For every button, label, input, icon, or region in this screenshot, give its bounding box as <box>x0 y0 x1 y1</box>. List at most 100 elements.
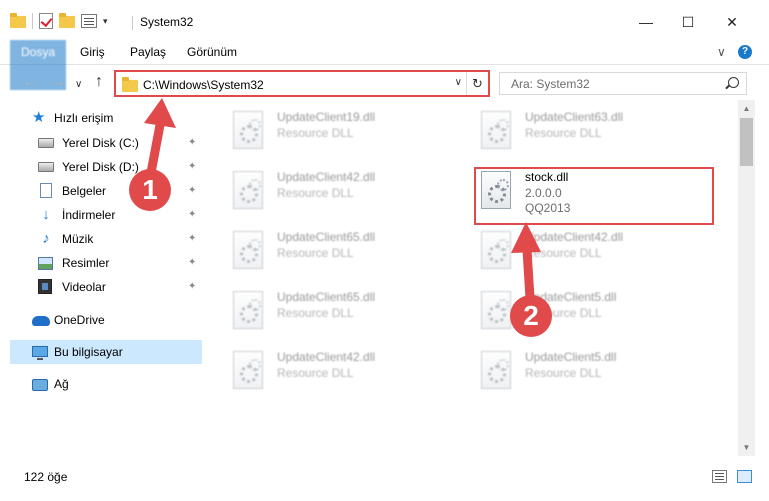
address-row: ← → ∨ ↑ C:\Windows\System32 ∨ ↻ Ara: Sys… <box>0 66 769 100</box>
search-placeholder: Ara: System32 <box>511 77 590 91</box>
properties-check-icon[interactable] <box>39 13 53 29</box>
sidebar-item-music[interactable]: ♪ Müzik ✦ <box>0 227 210 251</box>
file-item[interactable]: UpdateClient42.dll Resource DLL <box>225 166 465 216</box>
item-count: 122 öğe <box>24 470 68 484</box>
pin-icon[interactable]: ✦ <box>188 155 196 179</box>
tab-view[interactable]: Görünüm <box>175 40 249 65</box>
dll-file-icon <box>233 231 263 269</box>
refresh-button[interactable]: ↻ <box>466 72 488 95</box>
dll-file-icon <box>481 291 511 329</box>
divider <box>32 13 33 29</box>
ribbon-collapse-chevron-icon[interactable]: ∨ <box>717 45 726 59</box>
sidebar-item-onedrive[interactable]: OneDrive <box>0 308 210 332</box>
pin-icon[interactable]: ✦ <box>188 179 196 203</box>
file-description: Resource DLL <box>525 246 602 260</box>
sidebar-item-downloads[interactable]: ↓ İndirmeler ✦ <box>0 203 210 227</box>
divider <box>132 16 133 30</box>
star-icon: ★ <box>32 109 46 126</box>
folder-icon <box>122 77 138 92</box>
sidebar-item-documents[interactable]: Belgeler ✦ <box>0 179 210 203</box>
file-description: Resource DLL <box>277 186 354 200</box>
file-name: UpdateClient65.dll <box>277 230 376 244</box>
sidebar-item-local-disk-c[interactable]: Yerel Disk (C:) ✦ <box>0 131 210 155</box>
up-button[interactable]: ↑ <box>95 74 103 90</box>
step-1-label: 1 <box>142 174 158 205</box>
dll-file-icon <box>481 231 511 269</box>
minimize-button[interactable]: — <box>636 12 656 32</box>
file-description: Resource DLL <box>277 306 354 320</box>
file-name: UpdateClient5.dll <box>525 350 617 364</box>
back-button[interactable]: ← <box>22 74 38 90</box>
search-input[interactable]: Ara: System32 <box>499 72 747 95</box>
sidebar-item-this-pc[interactable]: Bu bilgisayar <box>10 340 202 364</box>
address-path[interactable]: C:\Windows\System32 <box>143 78 264 92</box>
search-icon[interactable] <box>728 77 739 88</box>
cloud-icon <box>32 312 50 328</box>
pin-icon[interactable]: ✦ <box>188 131 196 155</box>
music-icon: ♪ <box>42 230 50 247</box>
scroll-down-icon[interactable]: ▼ <box>738 439 755 456</box>
file-item[interactable]: UpdateClient63.dll Resource DLL <box>473 106 713 156</box>
file-name: UpdateClient42.dll <box>277 350 376 364</box>
close-button[interactable]: ✕ <box>722 12 742 32</box>
pin-icon[interactable]: ✦ <box>188 275 196 299</box>
scroll-thumb[interactable] <box>740 118 753 166</box>
dll-file-icon <box>233 351 263 389</box>
sidebar-item-label: Müzik <box>62 232 94 246</box>
sidebar-item-pictures[interactable]: Resimler ✦ <box>0 251 210 275</box>
pin-icon[interactable]: ✦ <box>188 251 196 275</box>
customize-toolbar-chevron-icon[interactable]: ▾ <box>103 16 108 27</box>
file-description: Resource DLL <box>525 126 602 140</box>
recent-locations-chevron-icon[interactable]: ∨ <box>75 77 82 93</box>
address-bar[interactable]: C:\Windows\System32 ∨ ↻ <box>114 70 490 97</box>
file-name: UpdateClient42.dll <box>525 230 624 244</box>
disk-icon <box>38 159 54 175</box>
help-icon[interactable]: ? <box>738 45 752 59</box>
sidebar-item-videos[interactable]: Videolar ✦ <box>0 275 210 299</box>
window-title: System32 <box>140 15 194 29</box>
network-icon <box>32 376 48 392</box>
maximize-button[interactable]: ☐ <box>678 12 698 32</box>
details-view-icon[interactable] <box>712 470 727 483</box>
file-item[interactable]: UpdateClient5.dll Resource DLL <box>473 286 713 336</box>
tab-share[interactable]: Paylaş <box>118 40 178 65</box>
file-name: UpdateClient42.dll <box>277 170 376 184</box>
file-name: UpdateClient65.dll <box>277 290 376 304</box>
new-folder-icon[interactable] <box>59 13 75 29</box>
file-item[interactable]: UpdateClient42.dll Resource DLL <box>225 346 465 396</box>
file-description: Resource DLL <box>277 366 354 380</box>
pin-icon[interactable]: ✦ <box>188 227 196 251</box>
step-2-label: 2 <box>523 300 539 331</box>
dll-file-icon <box>233 291 263 329</box>
large-icons-view-icon[interactable] <box>737 470 752 483</box>
properties-icon[interactable] <box>81 14 97 28</box>
file-item[interactable]: UpdateClient5.dll Resource DLL <box>473 346 713 396</box>
sidebar-item-quick-access[interactable]: ★ Hızlı erişim <box>0 106 210 130</box>
dll-file-icon <box>481 351 511 389</box>
file-item[interactable]: UpdateClient65.dll Resource DLL <box>225 286 465 336</box>
documents-icon <box>38 183 54 199</box>
disk-icon <box>38 135 54 151</box>
address-dropdown-chevron-icon[interactable]: ∨ <box>455 77 462 88</box>
sidebar-item-network[interactable]: Ağ <box>0 372 210 396</box>
file-list[interactable]: UpdateClient19.dll Resource DLL UpdateCl… <box>211 100 738 456</box>
forward-button[interactable]: → <box>50 74 66 90</box>
file-item[interactable]: UpdateClient42.dll Resource DLL <box>473 226 713 276</box>
dll-file-icon <box>233 171 263 209</box>
file-description: Resource DLL <box>277 246 354 260</box>
vertical-scrollbar[interactable]: ▲ ▼ <box>738 100 755 456</box>
sidebar-item-label: Yerel Disk (C:) <box>62 136 139 150</box>
status-bar: 122 öğe <box>0 456 769 501</box>
sidebar-item-local-disk-d[interactable]: Yerel Disk (D:) ✦ <box>0 155 210 179</box>
scroll-up-icon[interactable]: ▲ <box>738 100 755 117</box>
sidebar-item-label: OneDrive <box>54 313 105 327</box>
computer-icon <box>32 344 48 360</box>
pictures-icon <box>38 255 54 271</box>
file-item[interactable]: UpdateClient65.dll Resource DLL <box>225 226 465 276</box>
stock-dll-highlight <box>474 167 714 225</box>
tab-home[interactable]: Giriş <box>68 40 117 65</box>
file-item[interactable]: UpdateClient19.dll Resource DLL <box>225 106 465 156</box>
pin-icon[interactable]: ✦ <box>188 203 196 227</box>
quick-access-toolbar: ▾ <box>10 10 108 32</box>
dll-file-icon <box>233 111 263 149</box>
